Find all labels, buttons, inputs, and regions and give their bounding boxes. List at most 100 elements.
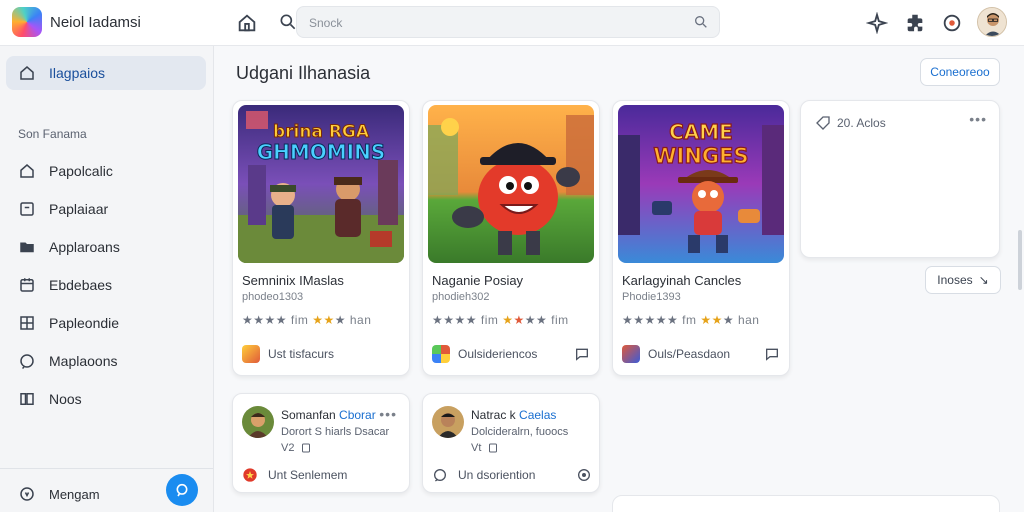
post-meta-text: Vt	[471, 442, 482, 454]
post-footer: Unt Senlemem	[242, 466, 402, 484]
home-icon[interactable]	[236, 12, 258, 34]
post-avatar[interactable]	[432, 406, 464, 438]
star-icon: ★★★★	[242, 313, 288, 327]
more-button-label: Inoses	[937, 273, 973, 287]
sidebar-section-title: Son Fanama	[18, 127, 87, 141]
grid-icon	[20, 316, 34, 330]
user-avatar[interactable]	[977, 7, 1007, 37]
sidebar-item-5[interactable]: Papleondie	[18, 311, 208, 335]
emoji-icon[interactable]	[576, 467, 592, 483]
post-footer-text: Un dsoriention	[458, 468, 536, 482]
sidebar-item-active-row[interactable]: Ilagpaios	[18, 61, 208, 85]
side-card[interactable]: 20. Aclos •••	[800, 100, 1000, 258]
game-subtitle: Phodie1393	[622, 291, 681, 303]
post-text: Dolcideralrn, fuoocs	[471, 426, 569, 438]
search-input[interactable]	[309, 14, 679, 32]
rating-label: fm	[682, 313, 697, 327]
sidebar-footer-item[interactable]: Mengam	[18, 482, 100, 506]
app-name: Neiol Iadamsi	[50, 14, 141, 31]
post-author-link[interactable]: Cborar	[339, 408, 376, 422]
scrollbar[interactable]	[1018, 230, 1022, 290]
game-rating: ★★★★★ fm ★★★ han	[622, 313, 759, 327]
like-icon[interactable]	[300, 442, 312, 454]
more-button[interactable]: Inoses ↘	[925, 266, 1001, 294]
sidebar-item-label: Ilagpaios	[49, 65, 106, 81]
post-footer: Un dsoriention	[432, 466, 592, 484]
rating-tail: han	[737, 313, 760, 327]
chat-button[interactable]	[166, 474, 198, 506]
search-icon[interactable]	[278, 12, 298, 32]
game-footer-text: Oulsideriencos	[458, 347, 538, 361]
post-author-name: Natrac k	[471, 408, 516, 422]
sidebar-item-label: Maplaoons	[49, 353, 118, 369]
publisher-icon	[622, 345, 640, 363]
post-text: Dorort S hiarls Dsacar	[281, 426, 390, 438]
extensions-icon[interactable]	[904, 12, 926, 34]
star-icon: ★	[722, 313, 735, 327]
sidebar-item-7[interactable]: Noos	[18, 387, 208, 411]
sidebar: Ilagpaios Son Fanama Papolcalic Paplaiaa…	[0, 46, 214, 512]
sidebar-item-1[interactable]: Papolcalic	[18, 159, 208, 183]
thumb-title-line-1: CAME	[669, 120, 733, 144]
sidebar-item-6[interactable]: Maplaoons	[18, 349, 208, 373]
post-avatar[interactable]	[242, 406, 274, 438]
game-card[interactable]: Naganie Posiay phodieh302 ★★★★ fim ★★★★ …	[422, 100, 600, 376]
game-rating: ★★★★ fim ★★★★ fim	[432, 313, 569, 327]
post-footer-text: Unt Senlemem	[268, 468, 348, 482]
more-options-icon[interactable]: •••	[379, 406, 397, 422]
publisher-icon	[242, 345, 260, 363]
page-title: Udgani Ilhanasia	[236, 63, 371, 83]
game-thumbnail[interactable]: CAME WINGES	[618, 105, 784, 263]
game-thumbnail[interactable]: brina RGA GHMOMINS	[238, 105, 404, 263]
game-footer: Ust tisfacurs	[242, 345, 400, 363]
partial-card[interactable]	[612, 495, 1000, 512]
comment-icon[interactable]	[574, 346, 590, 362]
side-card-header: 20. Aclos	[815, 115, 886, 131]
home-icon	[20, 66, 34, 80]
tag-icon	[816, 116, 830, 130]
thumb-title-line-1: brina RGA	[273, 122, 370, 142]
sidebar-item-label: Papolcalic	[49, 163, 113, 179]
post-meta: Vt	[471, 442, 499, 454]
game-footer: Oulsideriencos	[432, 345, 590, 363]
sidebar-item-label: Applaroans	[49, 239, 120, 255]
star-icon: ★★★★	[432, 313, 478, 327]
post-card[interactable]: Somanfan Cborar ••• Dorort S hiarls Dsac…	[232, 393, 410, 493]
rating-label: fim	[290, 313, 309, 327]
help-icon	[20, 487, 34, 501]
sparkle-icon[interactable]	[866, 12, 888, 34]
game-card[interactable]: brina RGA GHMOMINS Semninix IMaslas phod…	[232, 100, 410, 376]
sidebar-item-label: Paplaiaar	[49, 201, 109, 217]
post-author-link[interactable]: Caelas	[519, 408, 556, 422]
game-card[interactable]: CAME WINGES Karlagyinah Cancles Phodie13…	[612, 100, 790, 376]
game-thumbnail[interactable]	[428, 105, 594, 263]
star-icon: ★	[513, 313, 525, 327]
side-card-header-text: 20. Aclos	[837, 116, 886, 130]
sidebar-item-3[interactable]: Applaroans	[18, 235, 208, 259]
search-bar[interactable]	[296, 6, 720, 38]
app-logo[interactable]	[12, 7, 42, 37]
search-submit-icon[interactable]	[693, 14, 709, 30]
game-title[interactable]: Naganie Posiay	[432, 273, 523, 288]
rating-tail: han	[349, 313, 372, 327]
home-icon	[20, 164, 34, 178]
more-options-icon[interactable]: •••	[969, 111, 987, 127]
post-meta: V2	[281, 442, 312, 454]
like-icon[interactable]	[487, 442, 499, 454]
sidebar-item-4[interactable]: Ebdebaes	[18, 273, 208, 297]
comment-icon	[434, 469, 446, 482]
sidebar-item-2[interactable]: Paplaiaar	[18, 197, 208, 221]
top-action-button[interactable]: Coneoreoo	[920, 58, 1000, 86]
arrow-right-icon: ↘	[978, 273, 989, 287]
comment-icon[interactable]	[764, 346, 780, 362]
notifications-icon[interactable]	[941, 12, 963, 34]
game-title[interactable]: Karlagyinah Cancles	[622, 273, 741, 288]
game-title[interactable]: Semninix IMaslas	[242, 273, 344, 288]
game-footer: Ouls/Peasdaon	[622, 345, 780, 363]
game-subtitle: phodeo1303	[242, 291, 304, 303]
post-author[interactable]: Somanfan Cborar	[281, 408, 376, 422]
post-author[interactable]: Natrac k Caelas	[471, 408, 556, 422]
star-icon: ★	[334, 313, 346, 327]
post-card[interactable]: Natrac k Caelas Dolcideralrn, fuoocs Vt …	[422, 393, 600, 493]
folder-icon	[20, 242, 34, 253]
